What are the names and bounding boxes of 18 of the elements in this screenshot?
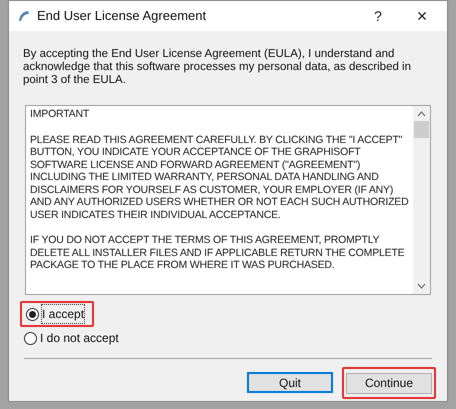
scroll-up-icon[interactable] [417, 111, 426, 117]
option-label[interactable]: I do not accept [40, 329, 119, 347]
scroll-down-icon[interactable] [417, 283, 426, 289]
license-paragraph: IMPORTANT [30, 108, 90, 120]
dialog-button[interactable]: Continue [346, 372, 432, 394]
license-paragraph: PLEASE READ THIS AGREEMENT CAREFULLY. BY CLICKING THE "I ACCEPT" BUTTON, YOU INDICATE YOUR ACCEPTANCE OF THE GRAPHISOFT SOFTWARE LICENSE AND FORWARD AGREEMENT ("AGREEMENT") INCLUDING THE LIMITED WARRANTY, PERSONAL DATA HANDLING AND DISCLAIMERS FOR YOURSELF AS CUSTOMER, YOUR EMPLOYER (IF ANY) AND ANY AUTHORIZED USERS WHETHER OR NOT EACH SUCH AUTHORIZED USER INDICATES THEIR INDIVIDUAL ACCEPTANCE. [30, 134, 409, 221]
dialog-button[interactable]: Quit [247, 372, 333, 393]
app-logo-icon [17, 9, 31, 23]
license-paragraph: IF YOU DO NOT ACCEPT THE TERMS OF THIS AGREEMENT, PROMPTLY DELETE ALL INSTALLER FILES AND IF APPLICABLE RETURN THE COMPLETE PACKAGE TO THE PLACE FROM WHERE IT WAS PURCHASED. [30, 234, 406, 272]
window-title: End User License Agreement [37, 7, 206, 26]
radio-button[interactable] [26, 308, 39, 320]
scroll-thumb[interactable] [414, 121, 429, 138]
consent-text: By accepting the End User License Agreement (EULA), I understand and acknowledge that this software processes my personal data, as described in point 3 of the EULA. [23, 48, 412, 87]
scrollbar[interactable] [413, 106, 430, 294]
close-button[interactable]: × [407, 2, 437, 30]
option-label[interactable]: I accept [42, 305, 84, 323]
help-button[interactable]: ? [363, 6, 393, 26]
radio-button[interactable] [24, 332, 37, 344]
